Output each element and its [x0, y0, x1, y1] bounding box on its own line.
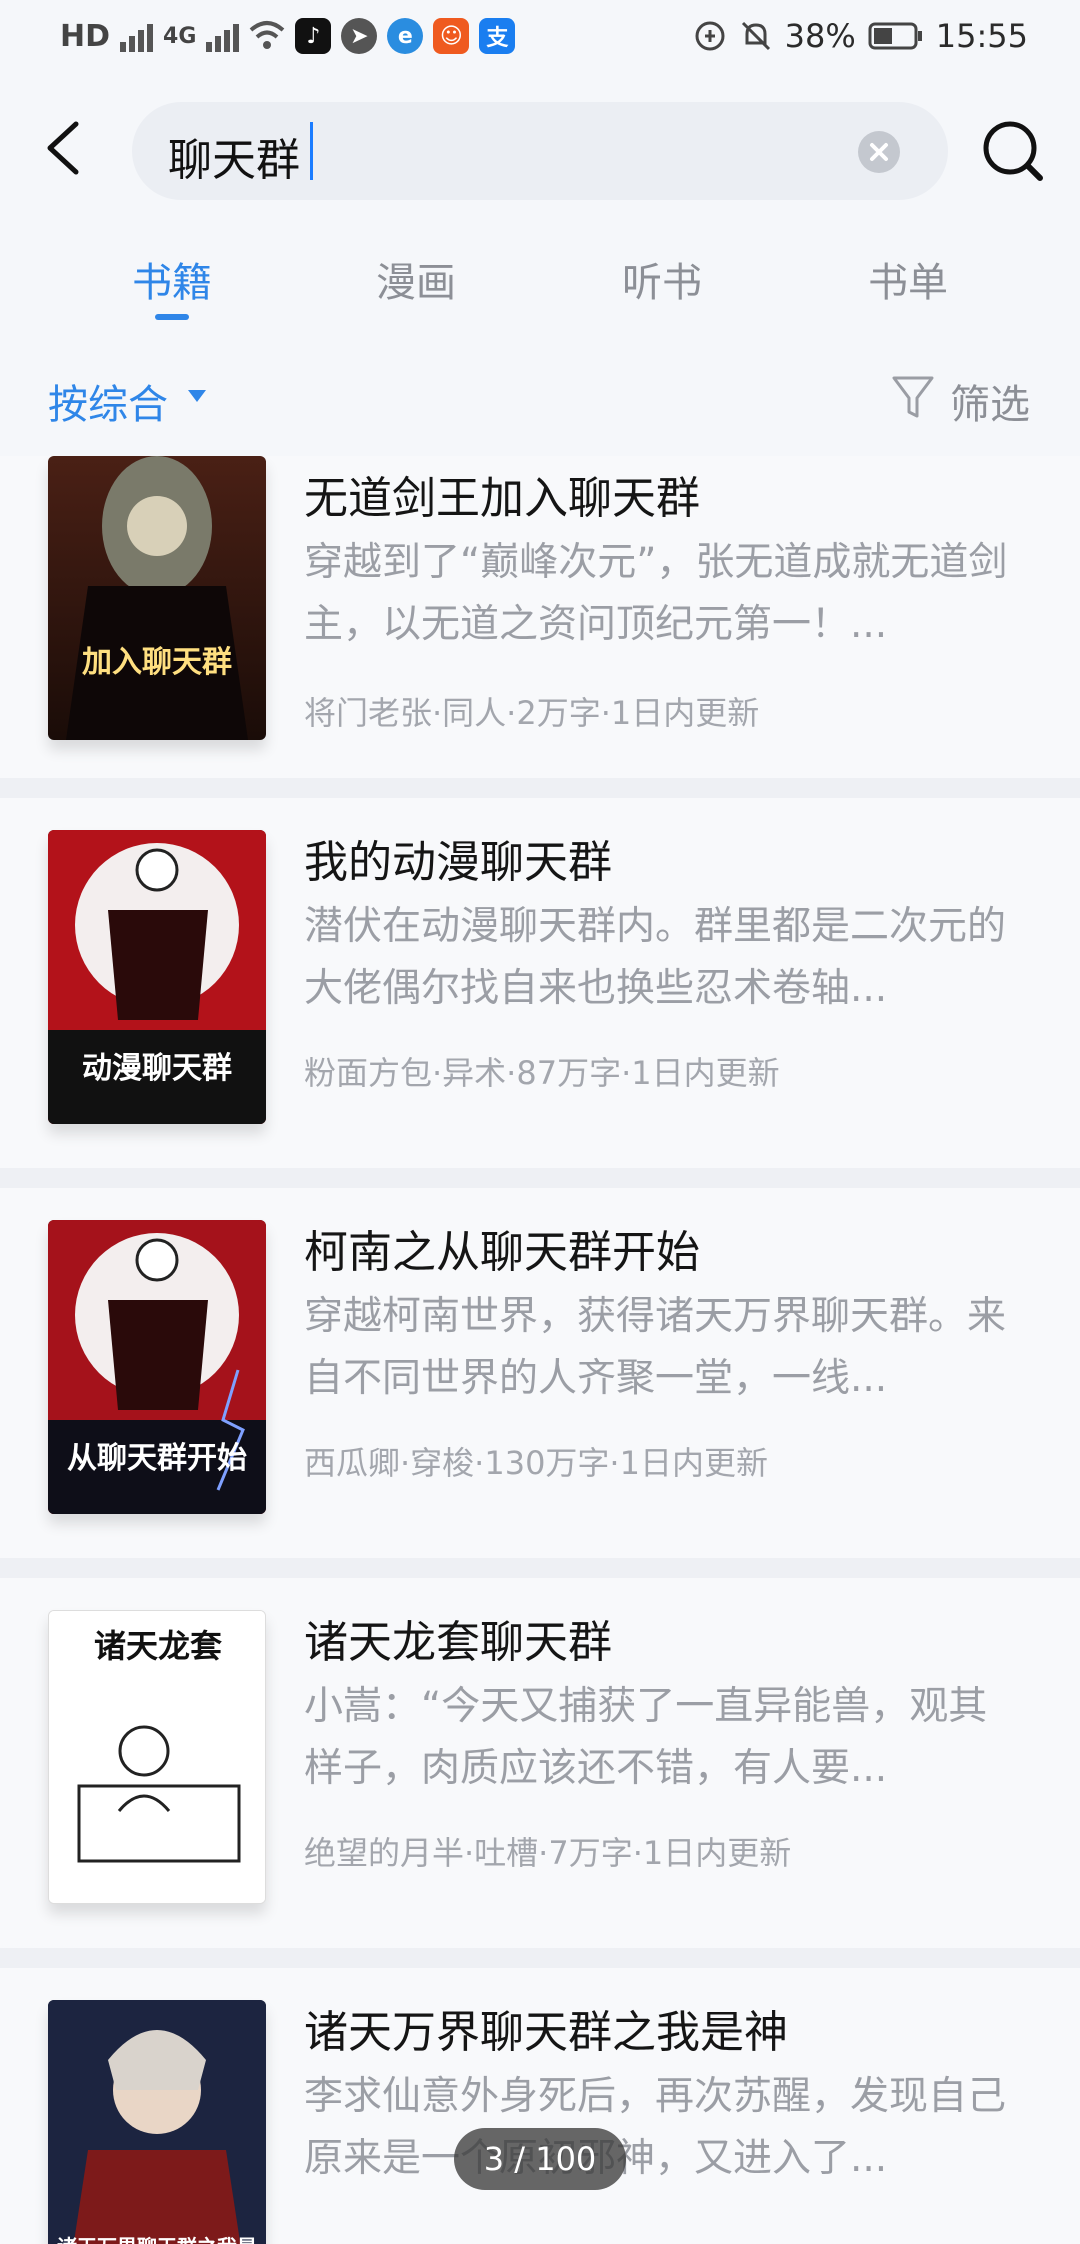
list-item[interactable]: 加入聊天群 无道剑王加入聊天群 穿越到了“巅峰次元”，张无道成就无道剑主，以无道…: [0, 456, 1080, 778]
divider: [0, 1168, 1080, 1188]
battery-icon: [868, 22, 922, 50]
signal-icon: [120, 20, 154, 52]
filter-funnel-icon[interactable]: [890, 372, 936, 422]
tab-comics[interactable]: 漫画: [336, 250, 496, 308]
book-meta: 西瓜卿·穿梭·130万字·1日内更新: [304, 1444, 768, 1482]
cover-art: [48, 2000, 266, 2244]
back-arrow-icon[interactable]: [36, 118, 96, 178]
search-input[interactable]: 聊天群: [168, 124, 300, 188]
tab-booklists[interactable]: 书单: [828, 250, 988, 308]
book-description: 潜伏在动漫聊天群内。群里都是二次元的大佬偶尔找自来也换些忍术卷轴...: [304, 904, 1007, 1011]
book-cover: 动漫聊天群: [48, 830, 266, 1124]
book-description: 李求仙意外身死后，再次苏醒，发现自己原来是一个原初邪神，又进入了...: [304, 2074, 1007, 2181]
alipay-icon: 支: [479, 18, 516, 54]
book-cover: 诸天万界聊天群之我是神: [48, 2000, 266, 2244]
book-cover: 从聊天群开始: [48, 1220, 266, 1514]
book-cover: 加入聊天群: [48, 456, 266, 740]
cover-title: 诸天万界聊天群之我是神: [48, 2236, 266, 2244]
book-meta: 粉面方包·异术·87万字·1日内更新: [304, 1054, 780, 1092]
book-description: 小嵩：“今天又捕获了一直异能兽，观其样子，肉质应该还不错，有人要...: [304, 1684, 988, 1791]
book-cover: 诸天龙套: [48, 1610, 266, 1904]
compass-icon: ➤: [341, 18, 378, 54]
taobao-icon: ☺: [433, 18, 470, 54]
book-title: 诸天龙套聊天群: [304, 1617, 612, 1668]
book-description: 穿越柯南世界，获得诸天万界聊天群。来自不同世界的人齐聚一堂，一线...: [304, 1294, 1007, 1401]
sort-dropdown[interactable]: 按综合: [48, 372, 168, 430]
page-indicator: 3 / 100: [454, 2128, 626, 2190]
text-cursor: [310, 122, 313, 180]
status-left: HD 4G ♪ ➤ e ☺ 支: [60, 16, 516, 56]
book-title: 无道剑王加入聊天群: [304, 473, 700, 524]
network-type: 4G: [163, 23, 197, 49]
hd-indicator: HD: [60, 18, 111, 54]
list-item[interactable]: 诸天万界聊天群之我是神 诸天万界聊天群之我是神 李求仙意外身死后，再次苏醒，发现…: [0, 1968, 1080, 2244]
cover-title: 加入聊天群: [82, 645, 232, 680]
active-tab-indicator: [155, 314, 189, 320]
book-list: 加入聊天群 无道剑王加入聊天群 穿越到了“巅峰次元”，张无道成就无道剑主，以无道…: [0, 456, 1080, 2244]
close-icon: [870, 143, 888, 161]
book-meta: 将门老张·同人·2万字·1日内更新: [304, 694, 760, 732]
tab-audiobooks[interactable]: 听书: [582, 250, 742, 308]
cover-art: [66, 456, 248, 740]
clear-search-button[interactable]: [858, 131, 900, 173]
tab-books[interactable]: 书籍: [92, 250, 252, 308]
search-icon[interactable]: [978, 116, 1048, 186]
signal-icon-2: [206, 20, 240, 52]
wifi-icon: [250, 21, 285, 49]
cover-title: 诸天龙套: [93, 1627, 222, 1665]
book-meta: 绝望的月半·吐槽·7万字·1日内更新: [304, 1834, 792, 1872]
divider: [0, 1948, 1080, 1968]
browser-icon: e: [387, 18, 424, 54]
book-title: 柯南之从聊天群开始: [304, 1227, 700, 1278]
list-item[interactable]: 从聊天群开始 柯南之从聊天群开始 穿越柯南世界，获得诸天万界聊天群。来自不同世界…: [0, 1188, 1080, 1558]
divider: [0, 1558, 1080, 1578]
status-right: 38% 15:55: [693, 16, 1028, 56]
tiktok-icon: ♪: [295, 18, 332, 54]
divider: [0, 778, 1080, 798]
search-field[interactable]: 聊天群: [132, 102, 948, 200]
status-bar: HD 4G ♪ ➤ e ☺ 支 38% 15:55: [0, 0, 1080, 72]
list-item[interactable]: 诸天龙套 诸天龙套聊天群 小嵩：“今天又捕获了一直异能兽，观其样子，肉质应该还不…: [0, 1578, 1080, 1948]
battery-percent: 38%: [784, 17, 856, 55]
book-title: 诸天万界聊天群之我是神: [304, 2007, 788, 2058]
dropdown-arrow-icon: [188, 390, 206, 402]
book-description: 穿越到了“巅峰次元”，张无道成就无道剑主，以无道之资问顶纪元第一！...: [304, 540, 1008, 647]
mute-bell-icon: [741, 21, 770, 51]
filter-bar: 按综合 筛选: [0, 338, 1080, 456]
category-tabs: 书籍 漫画 听书 书单: [0, 232, 1080, 338]
filter-button[interactable]: 筛选: [950, 372, 1030, 430]
book-title: 我的动漫聊天群: [304, 837, 612, 888]
cover-title: 从聊天群开始: [67, 1441, 247, 1476]
clock: 15:55: [935, 17, 1028, 55]
list-item[interactable]: 动漫聊天群 我的动漫聊天群 潜伏在动漫聊天群内。群里都是二次元的大佬偶尔找自来也…: [0, 798, 1080, 1168]
data-saver-icon: [695, 21, 725, 51]
cover-title: 动漫聊天群: [82, 1051, 232, 1086]
search-header: 聊天群: [0, 72, 1080, 232]
